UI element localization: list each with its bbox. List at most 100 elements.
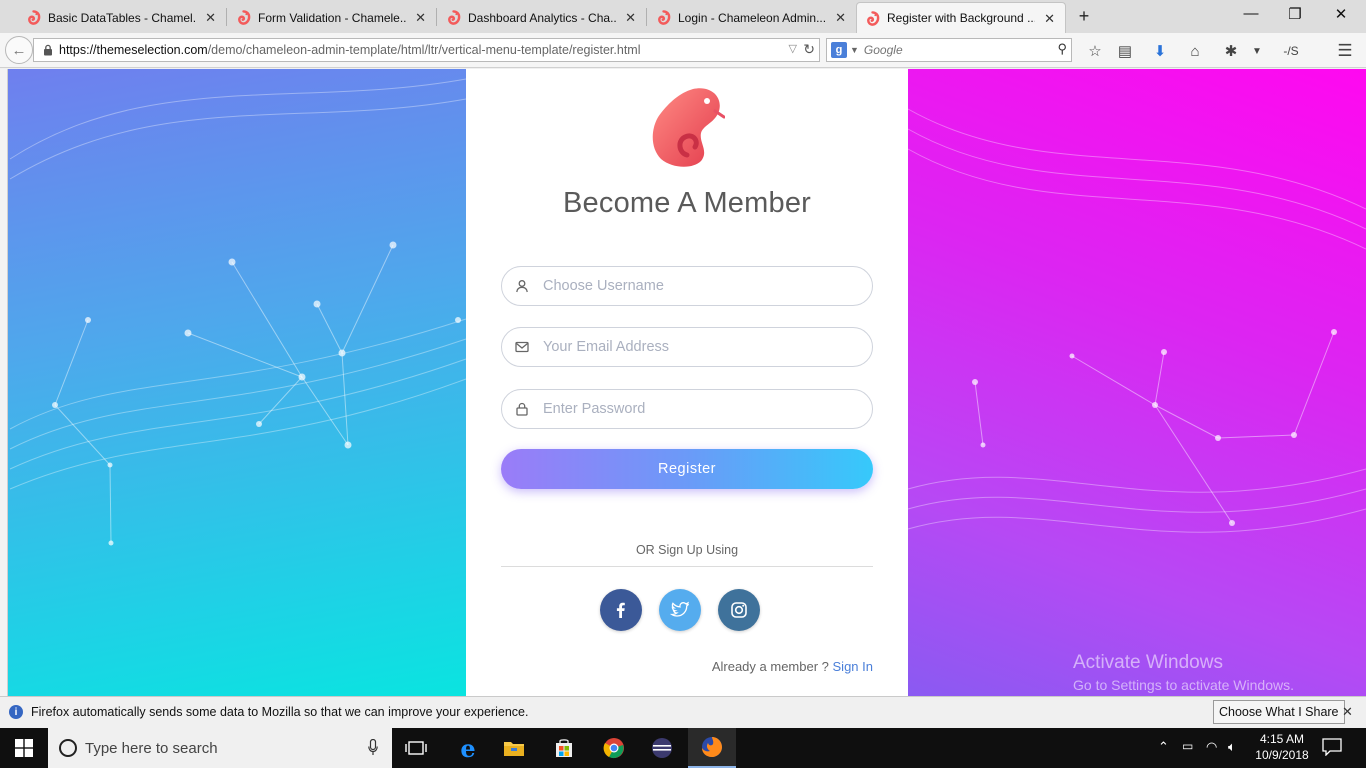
back-button[interactable]: ← bbox=[5, 36, 33, 64]
choose-what-i-share-button[interactable]: Choose What I Share bbox=[1213, 700, 1345, 724]
engine-dropdown-icon[interactable]: ▼ bbox=[850, 45, 859, 55]
store-app[interactable] bbox=[540, 728, 588, 768]
instagram-icon bbox=[731, 602, 747, 618]
reload-icon[interactable]: ↻ bbox=[803, 41, 815, 58]
email-field[interactable] bbox=[501, 327, 873, 367]
tab-close-icon[interactable]: ✕ bbox=[415, 10, 426, 26]
watermark-subtitle: Go to Settings to activate Windows. bbox=[1073, 677, 1294, 693]
tab-strip: Basic DataTables - Chamel... ✕ Form Vali… bbox=[0, 0, 1366, 33]
username-input[interactable] bbox=[543, 278, 843, 294]
reading-list-icon[interactable]: ▤ bbox=[1114, 40, 1136, 62]
extension-icon[interactable]: ✱ bbox=[1220, 40, 1242, 62]
instagram-button[interactable] bbox=[718, 589, 760, 631]
file-explorer-app[interactable] bbox=[490, 728, 538, 768]
already-member-text: Already a member ? bbox=[711, 659, 829, 674]
notification-close-icon[interactable]: ✕ bbox=[1342, 704, 1353, 720]
facebook-button[interactable] bbox=[600, 589, 642, 631]
twitter-icon bbox=[670, 601, 690, 617]
minimize-icon[interactable]: — bbox=[1228, 5, 1274, 22]
url-dropdown-icon[interactable]: ▽ bbox=[789, 42, 797, 55]
tab-title: Dashboard Analytics - Cha... bbox=[468, 10, 616, 25]
tab-close-icon[interactable]: ✕ bbox=[1044, 11, 1055, 27]
eclipse-icon bbox=[652, 738, 672, 758]
store-bag-icon bbox=[556, 739, 572, 757]
battery-icon[interactable]: ▭ bbox=[1182, 739, 1193, 753]
password-field[interactable] bbox=[501, 389, 873, 429]
restore-icon[interactable]: ❐ bbox=[1272, 5, 1318, 23]
info-icon: i bbox=[9, 705, 23, 719]
sign-in-link[interactable]: Sign In bbox=[833, 659, 873, 674]
browser-tab[interactable]: Basic DataTables - Chamel... ✕ bbox=[18, 2, 226, 33]
username-field[interactable] bbox=[501, 266, 873, 306]
task-view-icon bbox=[405, 741, 427, 755]
bookmark-star-icon[interactable]: ☆ bbox=[1084, 40, 1106, 62]
navigation-toolbar: ← https://themeselection.com/demo/chamel… bbox=[0, 33, 1366, 68]
tab-separator bbox=[226, 8, 227, 26]
chameleon-favicon-icon bbox=[28, 10, 41, 25]
volume-icon[interactable]: 🔈︎ bbox=[1228, 739, 1236, 755]
search-input[interactable] bbox=[863, 43, 1044, 57]
extension-dropdown-icon[interactable]: ▼ bbox=[1246, 40, 1268, 62]
action-center-icon[interactable] bbox=[1322, 738, 1342, 756]
window-close-icon[interactable]: ✕ bbox=[1318, 5, 1364, 23]
tab-separator bbox=[436, 8, 437, 26]
address-bar[interactable]: https://themeselection.com/demo/chameleo… bbox=[33, 38, 820, 62]
clock-date: 10/9/2018 bbox=[1255, 748, 1309, 762]
magnifier-icon[interactable]: ⚲ bbox=[1057, 41, 1067, 57]
eclipse-app[interactable] bbox=[638, 728, 686, 768]
user-icon bbox=[516, 280, 528, 293]
lock-icon bbox=[44, 44, 52, 56]
clock-time: 4:15 AM bbox=[1259, 732, 1305, 746]
lock-icon bbox=[516, 402, 528, 416]
chameleon-logo-icon bbox=[652, 88, 725, 167]
tray-chevron-icon[interactable]: ⌃ bbox=[1158, 739, 1169, 755]
chameleon-favicon-icon bbox=[448, 10, 461, 25]
search-bar[interactable]: g ▼ ⚲ bbox=[826, 38, 1072, 62]
google-icon[interactable]: g bbox=[831, 42, 847, 58]
activate-windows-watermark: Activate Windows Go to Settings to activ… bbox=[1073, 652, 1294, 693]
browser-tab[interactable]: Dashboard Analytics - Cha... ✕ bbox=[438, 2, 646, 33]
microphone-icon[interactable] bbox=[368, 739, 378, 756]
home-icon[interactable]: ⌂ bbox=[1184, 40, 1206, 62]
start-button[interactable] bbox=[0, 728, 48, 768]
task-view-button[interactable] bbox=[392, 728, 440, 768]
taskbar-search[interactable] bbox=[48, 728, 392, 768]
edge-icon: e bbox=[460, 733, 476, 763]
sidebar-edge bbox=[0, 69, 8, 696]
download-icon[interactable]: ⬇ bbox=[1149, 40, 1171, 62]
chameleon-favicon-icon bbox=[658, 10, 671, 25]
browser-tab[interactable]: Login - Chameleon Admin... ✕ bbox=[648, 2, 856, 33]
wifi-icon[interactable]: ◠ bbox=[1206, 739, 1217, 755]
url-host: https://themeselection.com bbox=[59, 43, 208, 57]
twitter-button[interactable] bbox=[659, 589, 701, 631]
or-sign-up-text: OR Sign Up Using bbox=[635, 543, 739, 557]
notification-bar: i Firefox automatically sends some data … bbox=[0, 696, 1366, 727]
password-input[interactable] bbox=[543, 401, 843, 417]
windows-taskbar: e ⌃ ▭ ◠ 🔈︎ 4:15 AM 10/9/2018 bbox=[0, 728, 1366, 768]
browser-tab-active[interactable]: Register with Background ... ✕ bbox=[856, 2, 1066, 33]
js-icon[interactable]: -/S bbox=[1280, 40, 1302, 62]
url-path: /demo/chameleon-admin-template/html/ltr/… bbox=[207, 43, 641, 57]
tab-close-icon[interactable]: ✕ bbox=[835, 10, 846, 26]
tab-title: Form Validation - Chamele... bbox=[258, 10, 406, 25]
tab-title: Basic DataTables - Chamel... bbox=[48, 10, 196, 25]
new-tab-icon[interactable]: + bbox=[1074, 6, 1094, 27]
divider bbox=[501, 566, 873, 567]
tab-title: Register with Background ... bbox=[887, 11, 1035, 25]
edge-app[interactable]: e bbox=[444, 728, 492, 768]
menu-hamburger-icon[interactable]: ☰ bbox=[1334, 40, 1356, 62]
register-button[interactable]: Register bbox=[501, 449, 873, 489]
chrome-app[interactable] bbox=[590, 728, 638, 768]
taskbar-clock[interactable]: 4:15 AM 10/9/2018 bbox=[1250, 731, 1314, 763]
back-arrow-icon: ← bbox=[11, 41, 27, 59]
register-card: Become A Member Register OR Sign Up Usin… bbox=[466, 69, 908, 696]
firefox-app[interactable] bbox=[688, 728, 736, 768]
facebook-icon bbox=[616, 602, 625, 618]
browser-tab[interactable]: Form Validation - Chamele... ✕ bbox=[228, 2, 436, 33]
email-input[interactable] bbox=[543, 339, 843, 355]
cortana-circle-icon bbox=[59, 739, 77, 757]
tab-close-icon[interactable]: ✕ bbox=[625, 10, 636, 26]
taskbar-search-input[interactable] bbox=[85, 739, 355, 757]
notification-text: Firefox automatically sends some data to… bbox=[31, 705, 529, 719]
tab-close-icon[interactable]: ✕ bbox=[205, 10, 216, 26]
